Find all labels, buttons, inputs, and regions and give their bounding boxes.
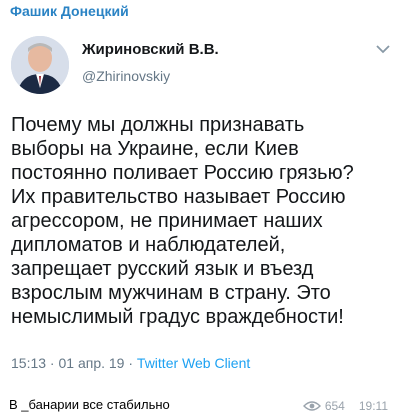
view-count: 654: [324, 399, 345, 413]
author-handle[interactable]: @Zhirinovskiy: [82, 68, 170, 84]
meta-separator: ·: [46, 355, 59, 371]
tweet-time: 15:13: [11, 355, 47, 371]
eye-icon: [302, 401, 321, 411]
channel-name[interactable]: Фашик Донецкий: [10, 3, 129, 19]
message-caption: В _банарии все стабильно: [9, 397, 170, 412]
avatar[interactable]: [11, 36, 69, 94]
meta-separator: ·: [124, 355, 137, 371]
tweet-text: Почему мы должны признавать выборы на Ук…: [11, 114, 354, 328]
message-meta: 654 19:11: [302, 399, 388, 413]
tweet-card: Жириновский В.В. @Zhirinovskiy Почему мы…: [0, 26, 402, 388]
avatar-photo: [11, 36, 69, 94]
message-time: 19:11: [358, 399, 388, 413]
tweet-meta: 15:13 · 01 апр. 19 · Twitter Web Client: [11, 355, 250, 371]
chevron-down-icon[interactable]: [376, 44, 390, 54]
tweet-date: 01 апр. 19: [58, 355, 125, 371]
tweet-client-link[interactable]: Twitter Web Client: [137, 355, 250, 371]
author-name[interactable]: Жириновский В.В.: [82, 41, 219, 58]
